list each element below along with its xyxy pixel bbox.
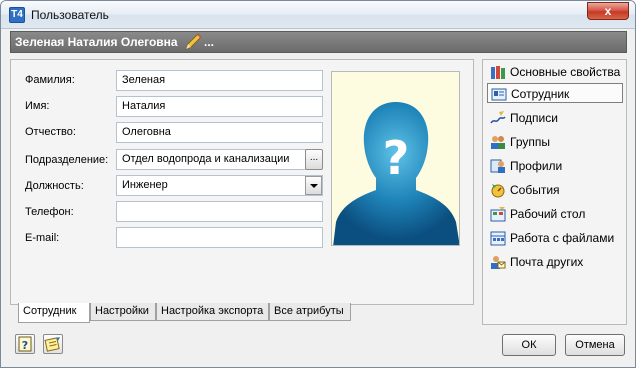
department-browse-button[interactable]: ... bbox=[305, 149, 323, 170]
user-dialog: Т4 Пользователь x Зеленая Наталия Олегов… bbox=[0, 0, 636, 368]
firstname-field[interactable]: Наталия bbox=[116, 96, 323, 117]
nav-item-desktop[interactable]: Рабочий стол bbox=[487, 204, 623, 224]
app-icon-text: Т4 bbox=[11, 9, 23, 20]
profile-icon bbox=[490, 159, 505, 173]
nav-item-label: Сотрудник bbox=[511, 87, 570, 101]
desktop-icon bbox=[490, 207, 506, 222]
tab-all-attributes[interactable]: Все атрибуты bbox=[269, 303, 351, 321]
notes-icon bbox=[44, 337, 60, 352]
nav-item-label: Основные свойства bbox=[510, 65, 621, 79]
firstname-label: Имя: bbox=[25, 100, 50, 112]
patronymic-label: Отчество: bbox=[25, 126, 76, 138]
files-icon bbox=[490, 231, 506, 246]
books-icon bbox=[491, 66, 505, 79]
svg-text:?: ? bbox=[22, 339, 28, 352]
tab-employee[interactable]: Сотрудник bbox=[18, 303, 90, 323]
events-icon bbox=[491, 184, 505, 198]
nav-item-groups[interactable]: Группы bbox=[487, 132, 623, 152]
tab-export-settings[interactable]: Настройка экспорта bbox=[156, 303, 269, 321]
nav-item-file-work[interactable]: Работа с файлами bbox=[487, 228, 623, 248]
cancel-button[interactable]: Отмена bbox=[565, 334, 625, 356]
mail-icon bbox=[491, 256, 506, 269]
email-label: E-mail: bbox=[25, 232, 60, 244]
photo-question-mark: ? bbox=[383, 131, 410, 185]
lastname-label: Фамилия: bbox=[25, 74, 75, 86]
chevron-down-icon[interactable] bbox=[305, 176, 322, 195]
header-dots: ... bbox=[204, 35, 215, 49]
close-button[interactable]: x bbox=[587, 2, 629, 20]
nav-item-label: Группы bbox=[510, 135, 550, 149]
nav-item-others-mail[interactable]: Почта других bbox=[487, 252, 623, 272]
nav-item-employee[interactable]: Сотрудник bbox=[487, 83, 623, 103]
email-field[interactable] bbox=[116, 227, 323, 248]
window-title: Пользователь bbox=[31, 8, 109, 22]
title-bar[interactable]: Т4 Пользователь x bbox=[1, 1, 635, 29]
lastname-field[interactable]: Зеленая bbox=[116, 70, 323, 91]
group-icon bbox=[491, 136, 505, 149]
nav-item-label: Работа с файлами bbox=[510, 231, 615, 245]
phone-field[interactable] bbox=[116, 201, 323, 222]
user-photo[interactable]: ? bbox=[331, 71, 460, 246]
user-header: Зеленая Наталия Олеговна ... bbox=[10, 31, 627, 53]
department-field[interactable]: Отдел водопрода и канализации bbox=[116, 149, 307, 170]
user-full-name: Зеленая Наталия Олеговна bbox=[15, 35, 178, 49]
nav-item-label: Почта других bbox=[510, 255, 584, 269]
department-label: Подразделение: bbox=[25, 154, 109, 166]
help-icon: ? bbox=[18, 336, 32, 352]
nav-item-main-properties[interactable]: Основные свойства bbox=[487, 62, 623, 82]
nav-item-events[interactable]: События bbox=[487, 180, 623, 200]
nav-item-signatures[interactable]: Подписи bbox=[487, 108, 623, 128]
ok-button[interactable]: ОК bbox=[502, 334, 556, 356]
help-button[interactable]: ? bbox=[15, 334, 35, 354]
app-icon: Т4 bbox=[9, 7, 25, 23]
position-label: Должность: bbox=[25, 180, 84, 192]
person-silhouette-icon: ? bbox=[333, 102, 459, 245]
nav-item-label: События bbox=[510, 183, 560, 197]
signature-icon bbox=[490, 111, 506, 124]
nav-item-profiles[interactable]: Профили bbox=[487, 156, 623, 176]
tab-settings[interactable]: Настройки bbox=[90, 303, 156, 321]
navigation-panel: Основные свойства Сотрудник Подписи Груп… bbox=[482, 59, 627, 325]
id-card-icon bbox=[491, 88, 507, 101]
nav-item-label: Профили bbox=[510, 159, 563, 173]
pencil-icon[interactable] bbox=[183, 33, 203, 51]
position-select[interactable]: Инженер bbox=[116, 175, 323, 196]
notes-button[interactable] bbox=[43, 334, 63, 354]
nav-item-label: Рабочий стол bbox=[510, 207, 586, 221]
nav-item-label: Подписи bbox=[510, 111, 558, 125]
patronymic-field[interactable]: Олеговна bbox=[116, 122, 323, 143]
employee-panel: Фамилия: Зеленая Имя: Наталия Отчество: … bbox=[10, 59, 474, 305]
phone-label: Телефон: bbox=[25, 206, 74, 218]
